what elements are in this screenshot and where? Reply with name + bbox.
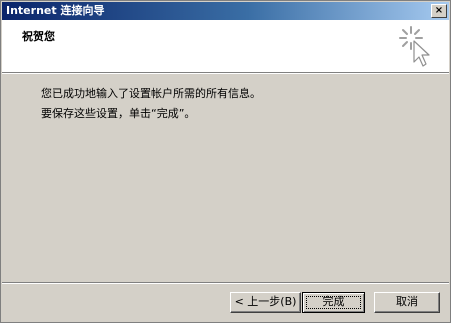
wizard-window: Internet 连接向导 × 祝贺您 您已成功地输入了设置帐户所需的所有信息。… (0, 0, 451, 323)
finish-button-label: 完成 (322, 295, 345, 308)
back-button[interactable]: < 上一步(B) (230, 292, 301, 313)
back-button-label: < 上一步(B) (234, 295, 297, 308)
window-title: Internet 连接向导 (6, 4, 105, 17)
header-separator (2, 72, 449, 74)
wizard-message: 您已成功地输入了设置帐户所需的所有信息。 要保存这些设置，单击“完成”。 (41, 84, 261, 124)
footer-separator (2, 282, 449, 284)
cancel-button[interactable]: 取消 (374, 292, 440, 313)
close-icon: × (434, 5, 444, 16)
message-line-2: 要保存这些设置，单击“完成”。 (41, 107, 196, 120)
page-title: 祝贺您 (22, 30, 55, 43)
message-line-1: 您已成功地输入了设置帐户所需的所有信息。 (41, 87, 261, 100)
wizard-sparkle-cursor-icon (399, 26, 430, 67)
close-button[interactable]: × (431, 4, 447, 18)
wizard-header: 祝贺您 (2, 20, 449, 72)
cancel-button-label: 取消 (396, 295, 418, 308)
title-bar[interactable]: Internet 连接向导 × (2, 2, 449, 20)
finish-button[interactable]: 完成 (302, 292, 365, 313)
